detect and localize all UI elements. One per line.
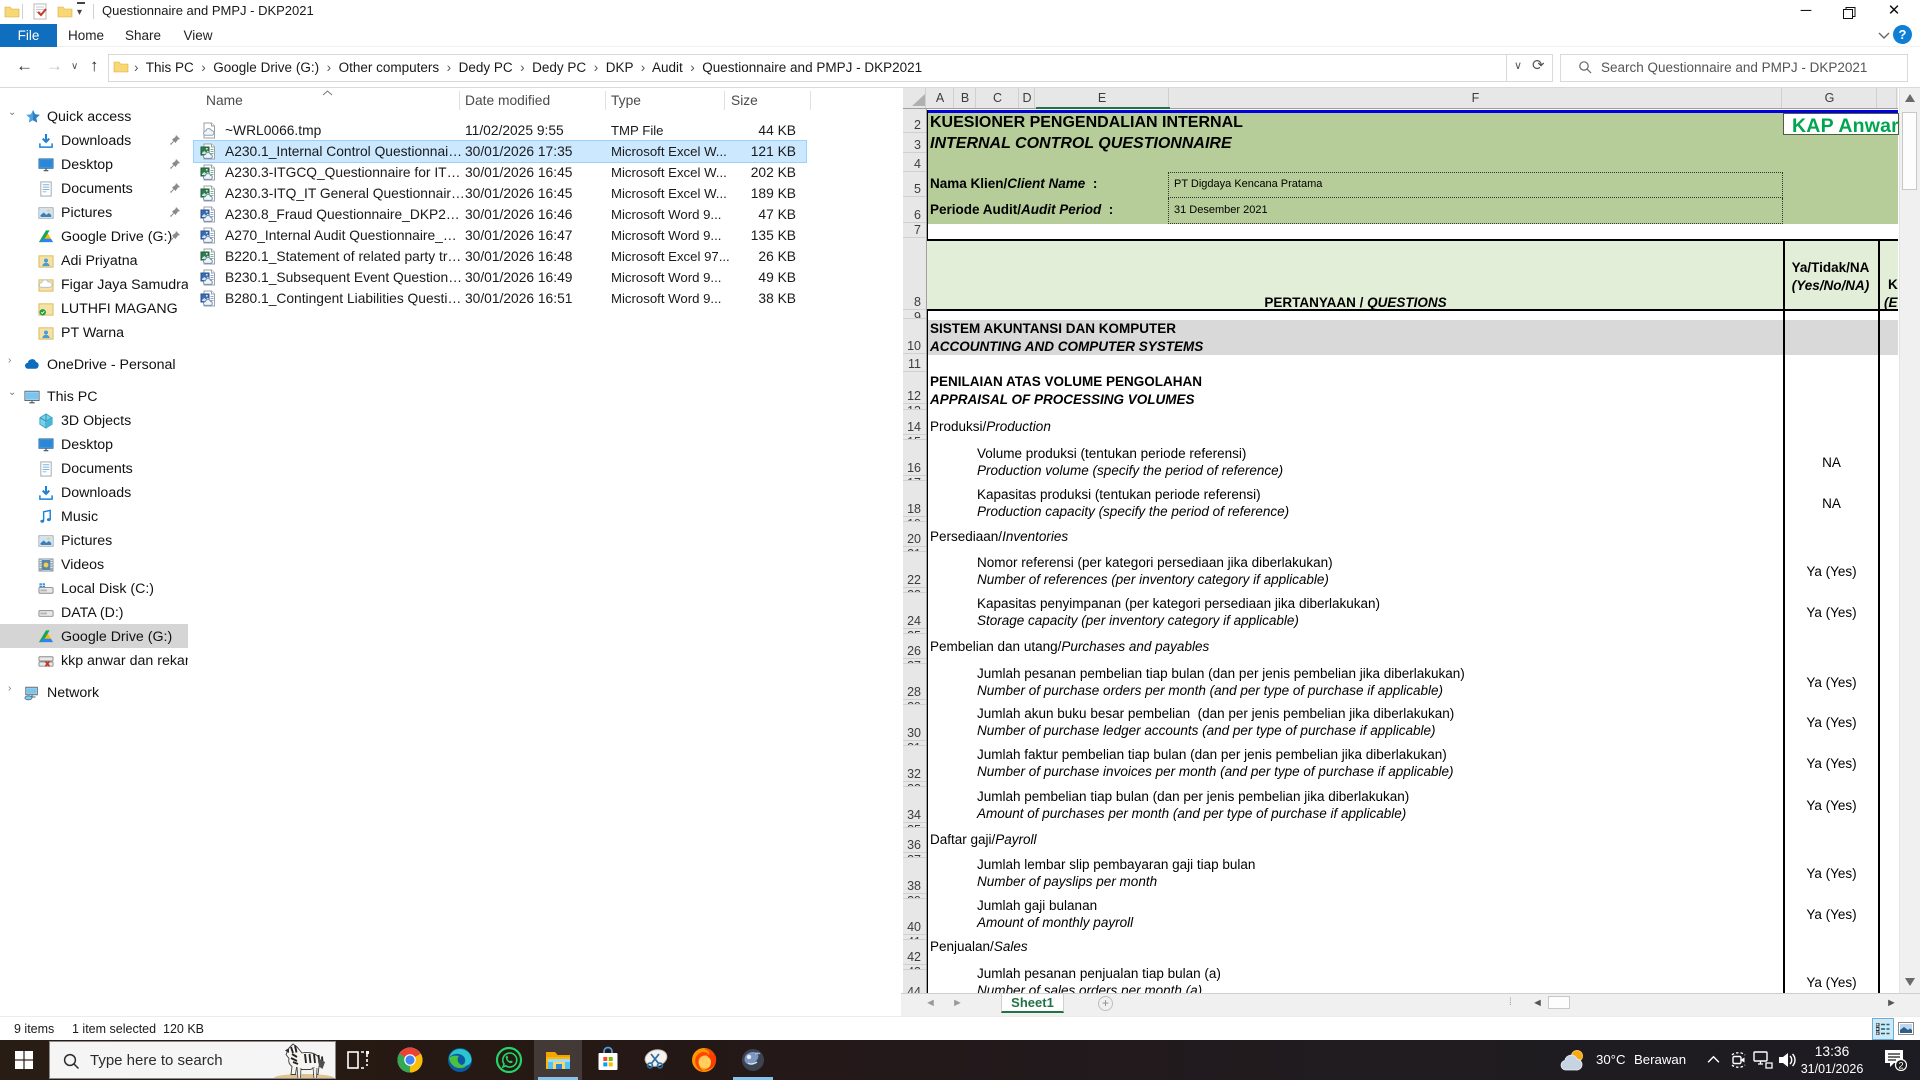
- svg-text:2: 2: [1898, 1061, 1903, 1071]
